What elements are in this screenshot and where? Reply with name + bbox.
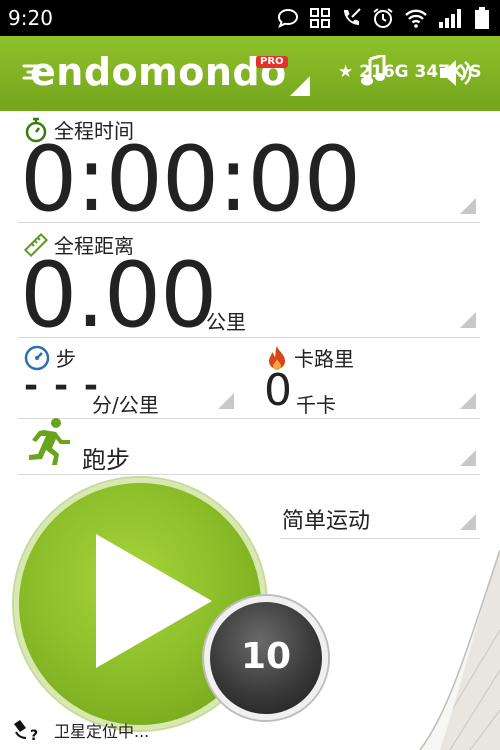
distance-value: 0.00 <box>20 243 217 348</box>
svg-text:?: ? <box>30 728 38 742</box>
calories-label-text: 卡路里 <box>294 347 354 371</box>
status-icons <box>276 6 490 30</box>
distance-corner-icon[interactable] <box>460 312 476 328</box>
battery-icon <box>475 7 489 29</box>
divider <box>18 418 480 419</box>
running-person-icon <box>29 418 70 465</box>
map-page-curl[interactable] <box>380 550 500 750</box>
status-bar: 9:20 <box>0 0 500 36</box>
grid-icon <box>310 8 330 28</box>
sport-corner-icon[interactable] <box>460 450 476 466</box>
workout-corner-icon[interactable] <box>460 514 476 530</box>
duration-value: 0:00:00 <box>20 127 361 232</box>
brand-name: endomondo <box>30 50 287 94</box>
alarm-icon <box>373 8 393 28</box>
sport-name: 跑步 <box>82 446 130 474</box>
divider <box>18 337 480 338</box>
missed-call-icon <box>344 8 361 25</box>
divider <box>18 222 480 223</box>
chat-icon <box>277 8 299 28</box>
calories-value: 0 <box>264 365 292 416</box>
calories-unit: 千卡 <box>296 393 336 417</box>
duration-corner-icon[interactable] <box>460 198 476 214</box>
pace-unit: 分/公里 <box>92 393 159 417</box>
wifi-icon <box>405 9 427 28</box>
pro-badge: PRO <box>256 56 288 68</box>
speaker-icon[interactable] <box>438 58 474 88</box>
divider <box>280 538 480 539</box>
calories-corner-icon[interactable] <box>460 393 476 409</box>
play-icon <box>96 534 212 668</box>
music-note-icon[interactable] <box>360 55 388 87</box>
workout-type: 简单运动 <box>282 509 371 534</box>
pace-value: - - - <box>24 366 101 406</box>
divider <box>18 474 480 475</box>
signal-icon <box>439 9 461 28</box>
gps-status-text: 卫星定位中... <box>54 722 150 741</box>
countdown-value: 10 <box>240 636 292 677</box>
distance-unit: 公里 <box>206 310 246 334</box>
menu-corner-icon[interactable] <box>290 76 310 96</box>
pace-corner-icon[interactable] <box>218 393 234 409</box>
gps-status: ? 卫星定位中... <box>12 718 149 742</box>
satellite-icon: ? <box>14 720 38 742</box>
brand-logo[interactable]: endomondo <box>22 50 287 94</box>
status-time: 9:20 <box>8 6 53 30</box>
